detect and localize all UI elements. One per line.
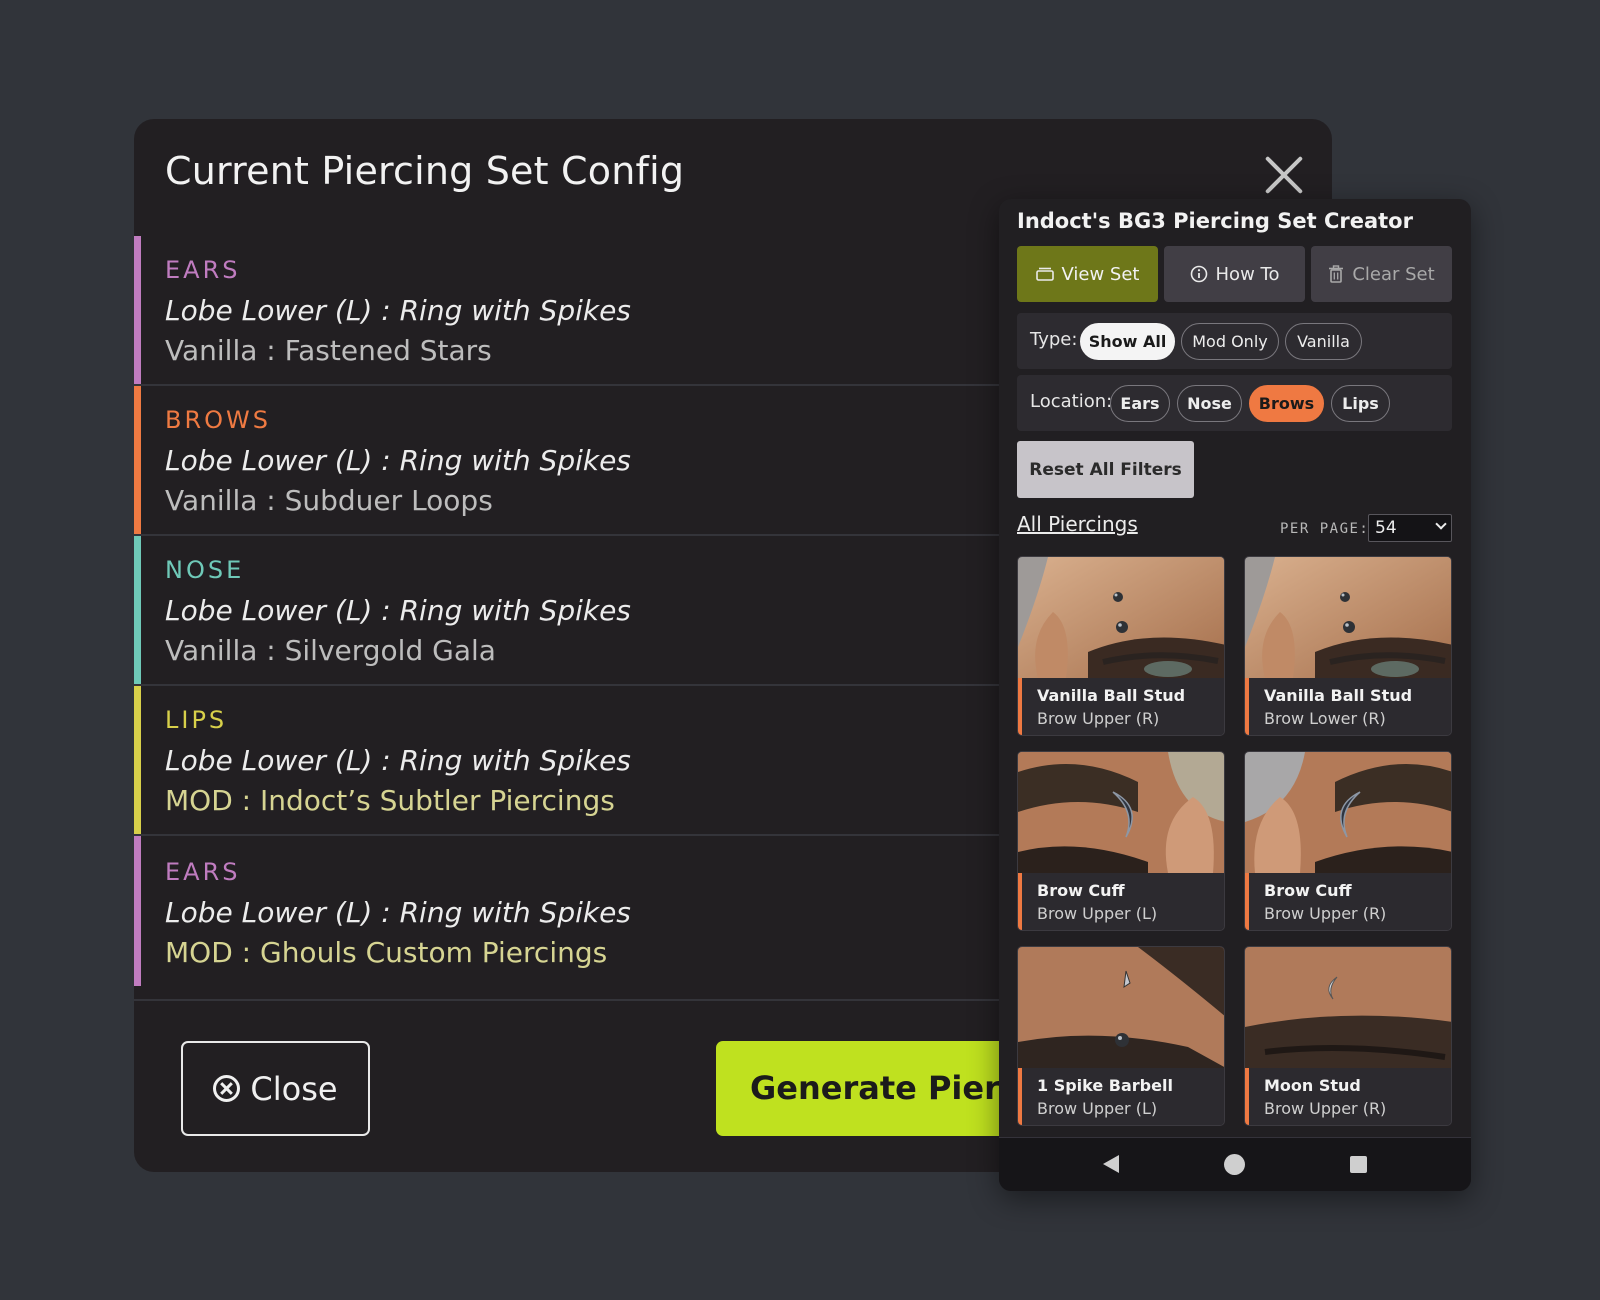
location-filter: Location: Ears Nose Brows Lips <box>1017 375 1452 431</box>
category-color-bar <box>134 536 141 684</box>
entry-category: LIPS <box>165 706 228 734</box>
piercing-card[interactable]: Brow Cuff Brow Upper (L) <box>1017 751 1225 931</box>
per-page-label: PER PAGE: <box>1280 521 1370 537</box>
card-location: Brow Upper (R) <box>1037 709 1160 728</box>
piercing-thumbnail <box>1245 752 1451 873</box>
entry-source: MOD : Ghouls Custom Piercings <box>165 936 608 969</box>
piercing-card[interactable]: Moon Stud Brow Upper (R) <box>1244 946 1452 1126</box>
type-filter-label: Type: <box>1030 329 1078 350</box>
type-mod-only-pill[interactable]: Mod Only <box>1181 323 1279 360</box>
reset-all-filters-button[interactable]: Reset All Filters <box>1017 441 1194 498</box>
card-name: Vanilla Ball Stud <box>1264 686 1413 705</box>
clear-set-label: Clear Set <box>1352 263 1435 285</box>
piercing-thumbnail <box>1018 947 1224 1068</box>
card-name: 1 Spike Barbell <box>1037 1076 1173 1095</box>
how-to-button[interactable]: How To <box>1164 246 1305 302</box>
card-name: Moon Stud <box>1264 1076 1361 1095</box>
entry-category: BROWS <box>165 406 271 434</box>
home-icon[interactable] <box>1224 1154 1245 1175</box>
card-location: Brow Lower (R) <box>1264 709 1386 728</box>
location-lips-pill[interactable]: Lips <box>1331 385 1390 422</box>
piercing-card[interactable]: Vanilla Ball Stud Brow Upper (R) <box>1017 556 1225 736</box>
entry-slot: Lobe Lower (L) : Ring with Spikes <box>165 896 631 929</box>
entry-category: EARS <box>165 858 241 886</box>
card-caption: Vanilla Ball Stud Brow Upper (R) <box>1018 678 1224 735</box>
card-location: Brow Upper (R) <box>1264 1099 1387 1118</box>
card-location: Brow Upper (L) <box>1037 904 1158 923</box>
recent-apps-icon[interactable] <box>1350 1156 1367 1173</box>
card-caption: Moon Stud Brow Upper (R) <box>1245 1068 1451 1125</box>
piercing-thumbnail <box>1245 947 1451 1068</box>
entry-slot: Lobe Lower (L) : Ring with Spikes <box>165 594 631 627</box>
card-name: Brow Cuff <box>1037 881 1125 900</box>
dialog-title: Current Piercing Set Config <box>165 149 685 193</box>
card-caption: Brow Cuff Brow Upper (R) <box>1245 873 1451 930</box>
type-vanilla-pill[interactable]: Vanilla <box>1285 323 1362 360</box>
piercing-thumbnail <box>1018 752 1224 873</box>
entry-source: MOD : Indoct’s Subtler Piercings <box>165 784 615 817</box>
entry-source: Vanilla : Fastened Stars <box>165 334 492 367</box>
card-caption: Vanilla Ball Stud Brow Lower (R) <box>1245 678 1451 735</box>
piercing-card[interactable]: Brow Cuff Brow Upper (R) <box>1244 751 1452 931</box>
entry-slot: Lobe Lower (L) : Ring with Spikes <box>165 744 631 777</box>
category-color-bar <box>134 236 141 384</box>
close-icon[interactable] <box>1264 155 1304 195</box>
all-piercings-link[interactable]: All Piercings <box>1017 512 1138 536</box>
trash-icon <box>1329 265 1344 283</box>
close-circle-icon <box>213 1075 241 1102</box>
entry-category: NOSE <box>165 556 245 584</box>
android-nav-bar <box>999 1137 1471 1191</box>
card-location: Brow Upper (L) <box>1037 1099 1158 1118</box>
type-show-all-pill[interactable]: Show All <box>1080 323 1175 360</box>
how-to-label: How To <box>1215 263 1280 285</box>
category-color-bar <box>134 686 141 834</box>
location-ears-pill[interactable]: Ears <box>1110 385 1170 422</box>
view-set-label: View Set <box>1061 263 1140 285</box>
back-icon[interactable] <box>1103 1155 1119 1173</box>
location-nose-pill[interactable]: Nose <box>1177 385 1242 422</box>
entry-slot: Lobe Lower (L) : Ring with Spikes <box>165 444 631 477</box>
chevron-down-icon <box>1435 518 1447 530</box>
per-page-value: 54 <box>1375 518 1397 538</box>
clear-set-button[interactable]: Clear Set <box>1311 246 1452 302</box>
piercing-set-creator-panel: Indoct's BG3 Piercing Set Creator View S… <box>999 199 1471 1191</box>
category-color-bar <box>134 836 141 986</box>
piercing-card[interactable]: Vanilla Ball Stud Brow Lower (R) <box>1244 556 1452 736</box>
close-button[interactable]: Close <box>181 1041 370 1136</box>
piercing-card[interactable]: 1 Spike Barbell Brow Upper (L) <box>1017 946 1225 1126</box>
view-set-button[interactable]: View Set <box>1017 246 1158 302</box>
entry-category: EARS <box>165 256 241 284</box>
location-brows-pill[interactable]: Brows <box>1249 385 1324 422</box>
card-name: Brow Cuff <box>1264 881 1352 900</box>
close-button-label: Close <box>250 1069 338 1108</box>
type-filter: Type: Show All Mod Only Vanilla <box>1017 313 1452 369</box>
card-caption: 1 Spike Barbell Brow Upper (L) <box>1018 1068 1224 1125</box>
location-filter-label: Location: <box>1030 391 1113 412</box>
per-page-select[interactable]: 54 <box>1368 514 1452 542</box>
piercing-thumbnail <box>1018 557 1224 678</box>
piercing-thumbnail <box>1245 557 1451 678</box>
entry-source: Vanilla : Subduer Loops <box>165 484 493 517</box>
entry-slot: Lobe Lower (L) : Ring with Spikes <box>165 294 631 327</box>
info-icon <box>1190 265 1207 283</box>
category-color-bar <box>134 386 141 534</box>
layers-icon <box>1035 267 1054 281</box>
card-location: Brow Upper (R) <box>1264 904 1387 923</box>
card-caption: Brow Cuff Brow Upper (L) <box>1018 873 1224 930</box>
entry-source: Vanilla : Silvergold Gala <box>165 634 496 667</box>
card-name: Vanilla Ball Stud <box>1037 686 1186 705</box>
panel-title: Indoct's BG3 Piercing Set Creator <box>1017 209 1413 233</box>
